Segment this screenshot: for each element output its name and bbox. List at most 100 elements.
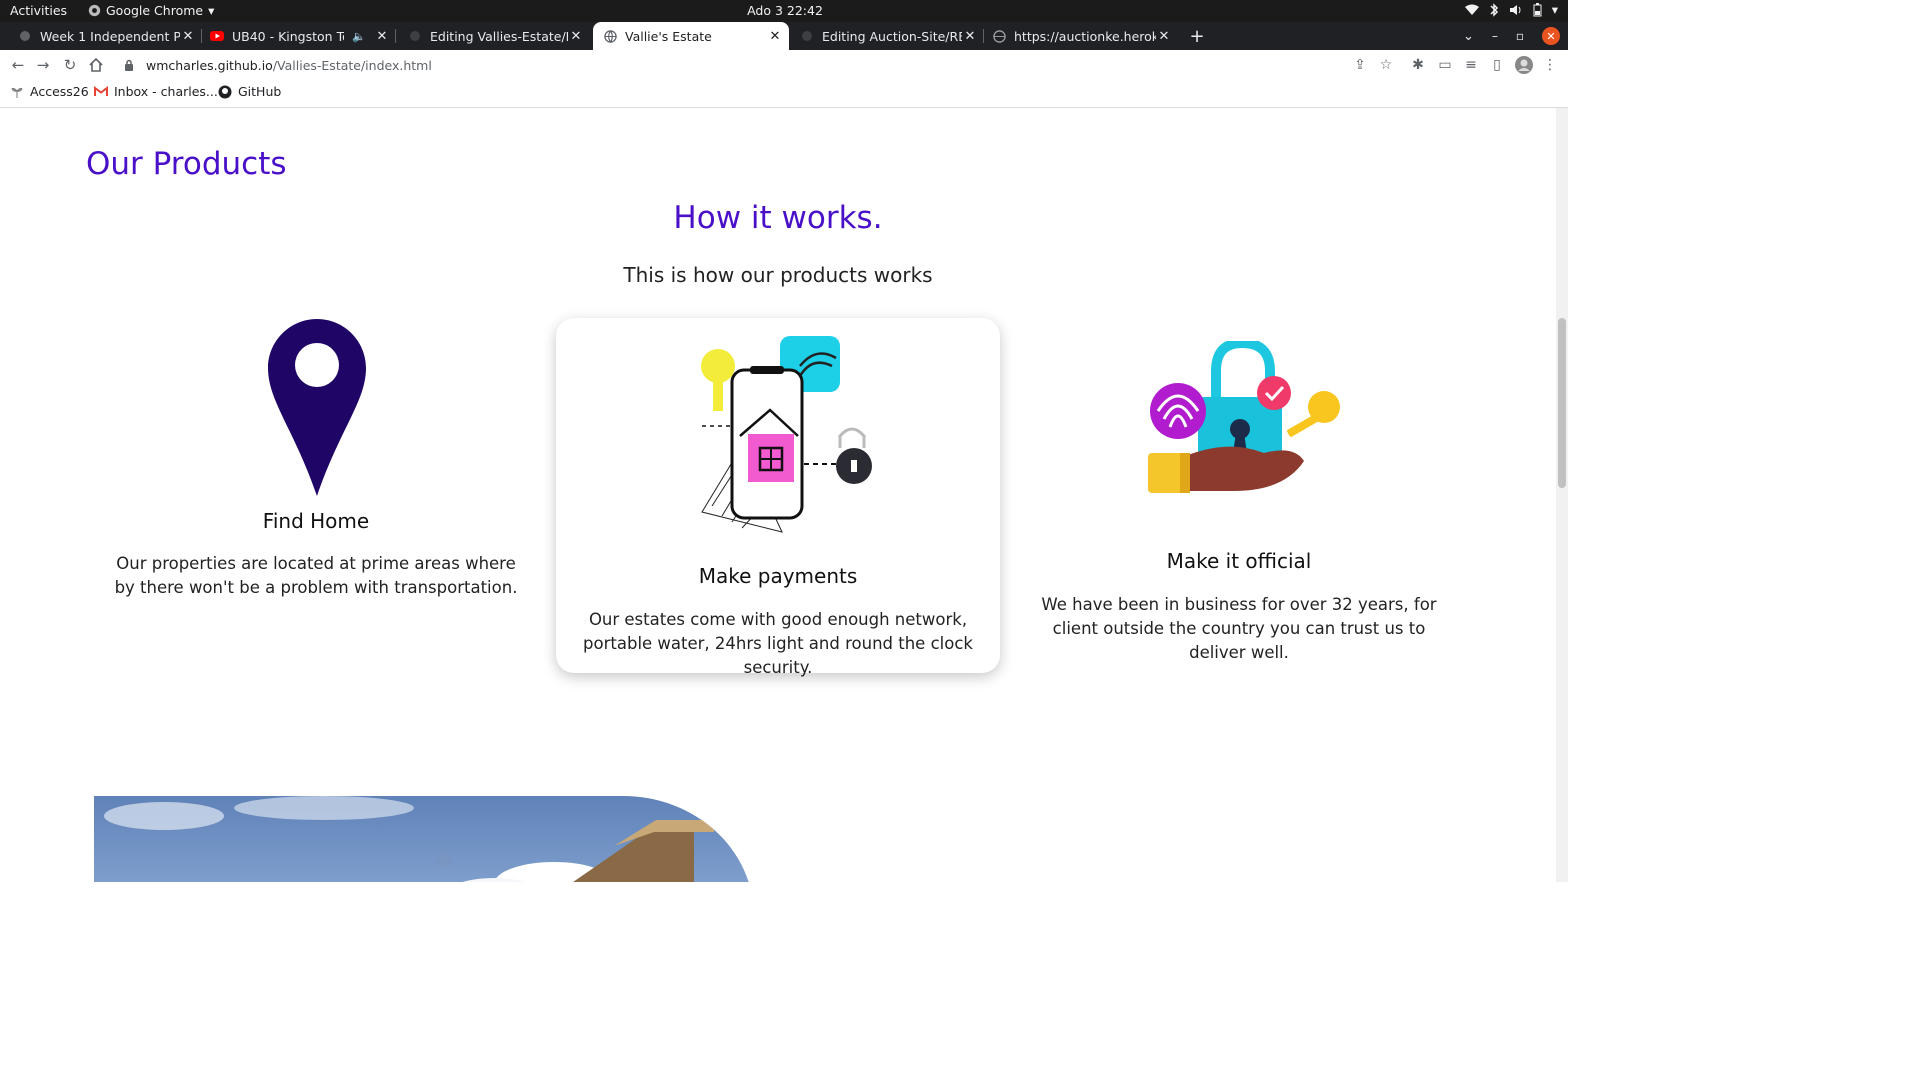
github-icon bbox=[218, 85, 232, 98]
tab-vallies-estate[interactable]: Vallie's Estate ✕ bbox=[593, 22, 789, 50]
activities-button[interactable]: Activities bbox=[10, 3, 67, 18]
bookmark-github[interactable]: GitHub bbox=[218, 84, 281, 99]
bookmark-inbox[interactable]: Inbox - charles... bbox=[94, 84, 218, 99]
bookmark-label: GitHub bbox=[238, 84, 282, 99]
web-page: Our Products How it works. This is how o… bbox=[0, 108, 1556, 882]
arrow-right-icon: → bbox=[36, 56, 50, 74]
close-tab-icon[interactable]: ✕ bbox=[767, 29, 783, 44]
card-title: Find Home bbox=[262, 509, 370, 533]
tab-title: Editing Auction-Site/REA bbox=[822, 28, 962, 44]
card-text: Our estates come with good enough networ… bbox=[583, 610, 973, 677]
scrollbar-thumb[interactable] bbox=[1558, 318, 1566, 488]
how-it-works-subtitle: This is how our products works bbox=[623, 263, 933, 287]
home-button[interactable] bbox=[86, 55, 106, 75]
tab-separator bbox=[395, 29, 396, 43]
bookmark-star-icon[interactable]: ☆ bbox=[1378, 57, 1394, 73]
tab-title: UB40 - Kingston Town bbox=[232, 28, 344, 44]
tab-separator bbox=[201, 29, 202, 43]
home-icon bbox=[89, 58, 103, 72]
browser-toolbar: ← → ↻ wmcharles.github.io/Vallies-Estate… bbox=[0, 50, 1568, 80]
bookmark-label: Inbox - charles... bbox=[114, 84, 218, 99]
tab-auctionke[interactable]: https://auctionke.heroku ✕ bbox=[986, 22, 1178, 50]
bookmark-label: Access26 bbox=[30, 84, 89, 99]
card-title: Make payments bbox=[698, 564, 858, 588]
tab-title: Editing Vallies-Estate/RE bbox=[430, 28, 568, 44]
close-tab-icon[interactable]: ✕ bbox=[180, 29, 196, 44]
system-top-bar: Activities Google Chrome ▾ Ado 3 22:42 ▾ bbox=[0, 0, 1568, 22]
address-bar[interactable]: wmcharles.github.io/Vallies-Estate/index… bbox=[114, 52, 1404, 78]
plant-icon bbox=[11, 87, 23, 98]
minimize-button[interactable]: – bbox=[1492, 29, 1498, 43]
extensions-icon[interactable]: ✱ bbox=[1410, 57, 1426, 73]
house-photo-image bbox=[94, 796, 754, 882]
products-heading: Our Products bbox=[86, 146, 287, 182]
reload-button[interactable]: ↻ bbox=[60, 55, 80, 75]
app-menu-label: Google Chrome bbox=[106, 3, 204, 18]
tab-separator bbox=[983, 29, 984, 43]
close-tab-icon[interactable]: ✕ bbox=[962, 29, 978, 44]
profile-avatar[interactable] bbox=[1514, 55, 1534, 75]
close-tab-icon[interactable]: ✕ bbox=[568, 29, 584, 44]
back-button[interactable]: ← bbox=[8, 55, 28, 75]
card-title: Make it official bbox=[1166, 549, 1312, 573]
caret-down-icon: ▾ bbox=[1551, 2, 1558, 17]
side-panel-icon[interactable]: ▯ bbox=[1489, 57, 1505, 73]
close-tab-icon[interactable]: ✕ bbox=[374, 29, 390, 44]
app-menu[interactable]: Google Chrome ▾ bbox=[88, 3, 214, 18]
gmail-icon bbox=[94, 86, 108, 96]
url-host: wmcharles.github.io bbox=[146, 57, 273, 73]
tab-editing-auction[interactable]: Editing Auction-Site/REA ✕ bbox=[792, 22, 984, 50]
phone-house-icon bbox=[701, 336, 872, 533]
tab-week1[interactable]: Week 1 Independent Proj ✕ bbox=[12, 22, 202, 50]
arrow-left-icon: ← bbox=[11, 56, 25, 74]
tab-title: https://auctionke.heroku bbox=[1014, 28, 1156, 44]
github-favicon-icon bbox=[408, 29, 422, 43]
tab-ub40[interactable]: UB40 - Kingston Town 🔈 ✕ bbox=[204, 22, 396, 50]
wifi-icon bbox=[1464, 4, 1479, 15]
plus-icon: + bbox=[1189, 25, 1205, 47]
youtube-favicon-icon bbox=[210, 29, 224, 43]
lock-icon bbox=[124, 59, 138, 71]
tab-search-icon[interactable]: ⌄ bbox=[1463, 29, 1474, 44]
system-tray[interactable]: ▾ bbox=[1464, 2, 1558, 17]
url-path: /Vallies-Estate/index.html bbox=[272, 57, 432, 73]
volume-icon bbox=[1509, 4, 1521, 15]
bluetooth-icon bbox=[1490, 2, 1498, 17]
forward-button[interactable]: → bbox=[33, 55, 53, 75]
tab-editing-vallies[interactable]: Editing Vallies-Estate/RE ✕ bbox=[398, 22, 590, 50]
tab-strip: Week 1 Independent Proj ✕ UB40 - Kingsto… bbox=[0, 22, 1568, 50]
globe-favicon-icon bbox=[603, 29, 617, 43]
tab-title: Vallie's Estate bbox=[625, 28, 712, 44]
reading-list-icon[interactable]: ≡ bbox=[1463, 57, 1479, 73]
house-photo bbox=[94, 796, 754, 882]
restore-button[interactable]: ▫ bbox=[1516, 29, 1524, 43]
chrome-icon bbox=[88, 4, 101, 17]
more-menu-icon[interactable]: ⋮ bbox=[1542, 57, 1558, 73]
new-tab-button[interactable]: + bbox=[1184, 22, 1210, 50]
card-find-home: Find Home Our properties are located at … bbox=[106, 316, 526, 616]
card-text: We have been in business for over 32 yea… bbox=[1041, 595, 1437, 662]
battery-icon bbox=[1533, 2, 1542, 16]
padlock-hand-icon bbox=[1148, 341, 1340, 493]
cast-icon[interactable]: ▭ bbox=[1437, 57, 1453, 73]
bookmarks-bar: Access26 Inbox - charles... GitHub bbox=[0, 80, 1568, 108]
github-favicon-icon bbox=[800, 29, 814, 43]
card-text: Our properties are located at prime area… bbox=[114, 554, 518, 597]
tab-title: Week 1 Independent Proj bbox=[40, 28, 180, 44]
card-make-it-official: Make it official We have been in busines… bbox=[1026, 333, 1452, 662]
github-favicon-icon bbox=[18, 29, 32, 43]
globe-favicon-icon bbox=[992, 29, 1006, 43]
map-pin-icon bbox=[268, 319, 366, 496]
page-scrollbar[interactable] bbox=[1556, 108, 1568, 882]
reload-icon: ↻ bbox=[63, 56, 77, 74]
window-controls: ⌄ – ▫ ✕ bbox=[1463, 22, 1560, 50]
caret-down-icon: ▾ bbox=[208, 3, 215, 18]
share-icon[interactable]: ⇪ bbox=[1352, 57, 1368, 73]
speaker-icon[interactable]: 🔈 bbox=[352, 30, 366, 43]
close-window-button[interactable]: ✕ bbox=[1542, 27, 1560, 45]
close-tab-icon[interactable]: ✕ bbox=[1156, 29, 1172, 44]
clock[interactable]: Ado 3 22:42 bbox=[740, 3, 830, 18]
card-make-payments: Make payments Our estates come with good… bbox=[556, 318, 1000, 677]
how-it-works-heading: How it works. bbox=[673, 200, 883, 236]
bookmark-access26[interactable]: Access26 bbox=[10, 84, 89, 99]
